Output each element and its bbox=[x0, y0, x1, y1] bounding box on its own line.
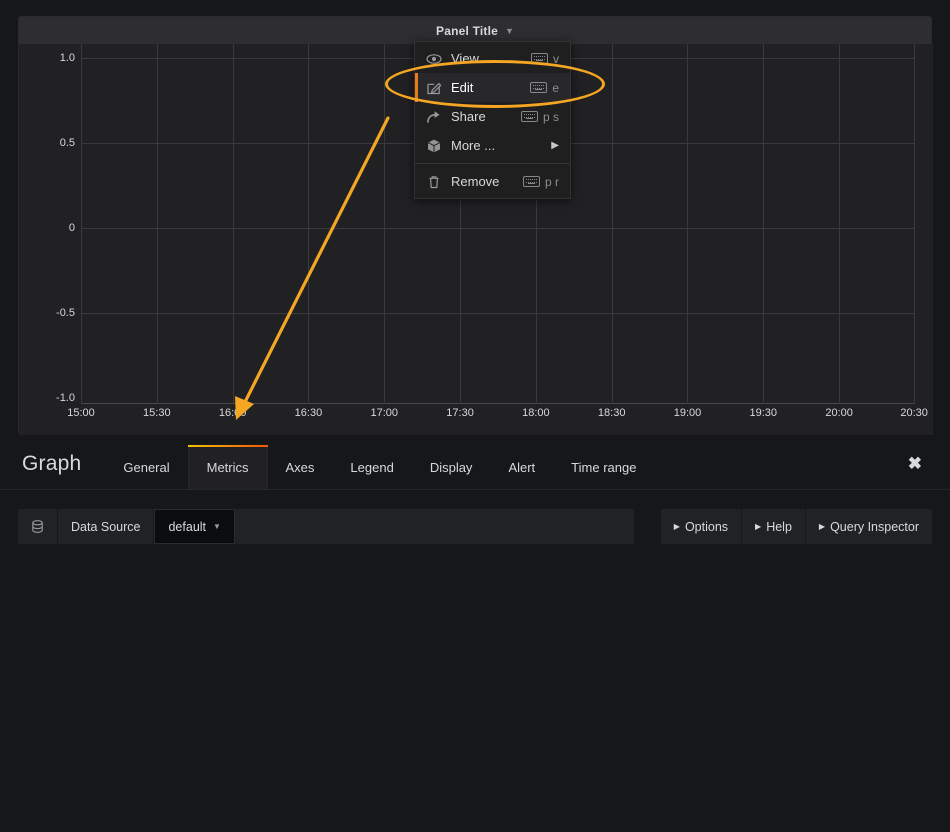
y-tick-label: 1.0 bbox=[59, 52, 75, 64]
menu-item-label: More ... bbox=[451, 138, 496, 153]
caret-right-icon: ▶ bbox=[755, 522, 762, 531]
datasource-value: default bbox=[168, 519, 207, 534]
help-toggle[interactable]: ▶ Help bbox=[742, 509, 806, 544]
y-tick-label: -0.5 bbox=[56, 307, 75, 319]
spacer bbox=[634, 509, 661, 544]
panel-header[interactable]: Panel Title ▼ bbox=[19, 17, 931, 44]
panel-title[interactable]: Panel Title bbox=[436, 24, 498, 38]
chevron-right-icon: ▶ bbox=[551, 140, 559, 151]
shortcut-key: p r bbox=[544, 174, 559, 189]
keyboard-icon bbox=[531, 53, 548, 64]
menu-item-view[interactable]: View v bbox=[415, 44, 570, 73]
datasource-select[interactable]: default ▼ bbox=[154, 509, 235, 544]
keyboard-icon bbox=[522, 176, 540, 187]
grafana-panel-edit-screen: Panel Title ▼ 1.0 0.5 0 -0.5 -1.0 15:00 … bbox=[0, 0, 950, 832]
cube-icon bbox=[426, 138, 451, 154]
keyboard-icon bbox=[520, 111, 538, 122]
tab-time-range[interactable]: Time range bbox=[553, 461, 654, 489]
menu-item-shortcut: p s bbox=[520, 109, 559, 124]
menu-item-share[interactable]: Share p s bbox=[415, 102, 570, 131]
datasource-row-filler bbox=[234, 509, 635, 544]
y-tick-label: 0.5 bbox=[59, 137, 75, 149]
menu-item-label: Share bbox=[451, 109, 486, 124]
pencil-square-icon bbox=[426, 80, 451, 96]
menu-item-shortcut: v bbox=[531, 52, 559, 66]
caret-right-icon: ▶ bbox=[673, 522, 680, 531]
caret-right-icon: ▶ bbox=[818, 522, 826, 531]
tab-alert[interactable]: Alert bbox=[490, 461, 553, 489]
menu-item-label: Remove bbox=[451, 174, 500, 189]
menu-item-shortcut: e bbox=[530, 81, 559, 95]
x-tick-label: 16:30 bbox=[294, 407, 323, 419]
x-tick-label: 19:00 bbox=[673, 407, 702, 419]
menu-item-label: View bbox=[451, 51, 479, 66]
panel-editor: Graph General Metrics Axes Legend Displa… bbox=[0, 437, 950, 832]
menu-item-more[interactable]: More ... ▶ bbox=[415, 131, 570, 160]
x-tick-label: 15:30 bbox=[143, 407, 171, 419]
y-tick-label: -1.0 bbox=[56, 392, 75, 404]
y-axis-labels: 1.0 0.5 0 -0.5 -1.0 bbox=[19, 44, 75, 435]
help-label: Help bbox=[766, 519, 792, 534]
share-arrow-icon bbox=[426, 109, 451, 125]
trash-icon bbox=[426, 174, 451, 190]
menu-item-shortcut: p r bbox=[522, 174, 559, 189]
chevron-down-icon: ▼ bbox=[213, 522, 221, 531]
database-icon bbox=[18, 509, 58, 544]
tab-general[interactable]: General bbox=[105, 461, 187, 489]
tab-legend[interactable]: Legend bbox=[332, 461, 411, 489]
x-tick-label: 20:00 bbox=[825, 407, 853, 419]
tab-metrics[interactable]: Metrics bbox=[187, 445, 268, 489]
y-tick-label: 0 bbox=[68, 222, 75, 234]
query-inspector-toggle[interactable]: ▶ Query Inspector bbox=[805, 509, 932, 544]
x-tick-label: 19:30 bbox=[749, 407, 778, 419]
shortcut-key: p s bbox=[542, 109, 559, 124]
x-axis-labels: 15:00 15:30 16:00 16:30 17:00 17:30 18:0… bbox=[67, 407, 928, 427]
close-editor-button[interactable]: ✖ bbox=[908, 455, 922, 472]
editor-panel-type: Graph bbox=[22, 452, 82, 475]
query-inspector-label: Query Inspector bbox=[830, 519, 919, 534]
x-tick-label: 15:00 bbox=[67, 407, 95, 419]
panel-context-menu: View v Edit e Share p s More ... ▶ Remov… bbox=[414, 41, 571, 199]
datasource-row: Data Source default ▼ ▶ Options ▶ Help ▶… bbox=[18, 509, 932, 544]
options-label: Options bbox=[684, 519, 729, 534]
x-tick-label: 17:00 bbox=[370, 407, 398, 419]
shortcut-key: v bbox=[553, 51, 559, 66]
shortcut-key: e bbox=[552, 80, 559, 95]
keyboard-icon bbox=[530, 82, 548, 93]
x-tick-label: 17:30 bbox=[446, 407, 474, 419]
options-toggle[interactable]: ▶ Options bbox=[660, 509, 743, 544]
tab-display[interactable]: Display bbox=[412, 461, 491, 489]
x-tick-label: 18:00 bbox=[522, 407, 550, 419]
menu-item-edit[interactable]: Edit e bbox=[415, 73, 570, 102]
x-tick-label: 16:00 bbox=[218, 407, 247, 419]
menu-item-label: Edit bbox=[451, 80, 474, 95]
menu-item-remove[interactable]: Remove p r bbox=[415, 167, 570, 196]
menu-divider bbox=[415, 163, 570, 164]
eye-icon bbox=[426, 51, 451, 67]
x-tick-label: 18:30 bbox=[597, 407, 626, 419]
datasource-label: Data Source bbox=[58, 509, 155, 544]
editor-tabbar: Graph General Metrics Axes Legend Displa… bbox=[0, 437, 950, 490]
x-tick-label: 20:30 bbox=[900, 407, 928, 419]
chevron-down-icon[interactable]: ▼ bbox=[505, 26, 514, 36]
tab-axes[interactable]: Axes bbox=[268, 461, 333, 489]
